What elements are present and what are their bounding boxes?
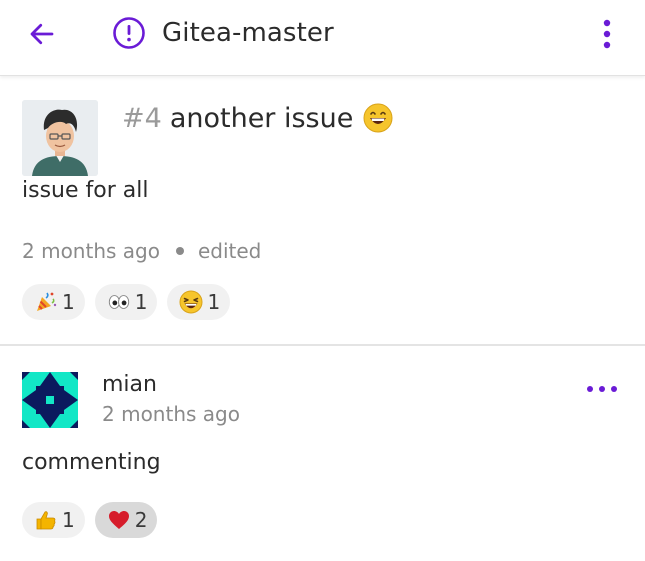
comment-reactions: 1 2 bbox=[22, 502, 167, 538]
issue-number: #4 bbox=[122, 102, 162, 134]
repo-title: Gitea-master bbox=[162, 18, 334, 48]
reaction-count: 2 bbox=[134, 508, 148, 532]
laughing-face-icon bbox=[179, 290, 203, 314]
separator-dot bbox=[175, 247, 184, 255]
reaction-count: 1 bbox=[134, 290, 148, 314]
issue-time: 2 months ago bbox=[22, 239, 160, 263]
eyes-icon bbox=[107, 290, 131, 314]
reaction-red-heart[interactable]: 2 bbox=[94, 502, 158, 538]
grinning-face-icon bbox=[363, 103, 393, 133]
reaction-count: 1 bbox=[62, 508, 75, 532]
reaction-party-popper[interactable]: 1 bbox=[22, 284, 85, 320]
edited-label: edited bbox=[197, 239, 262, 263]
more-horizontal-icon bbox=[587, 386, 617, 392]
issue-open-icon bbox=[113, 17, 145, 49]
issue-body: issue for all bbox=[22, 178, 149, 203]
overflow-menu-button[interactable] bbox=[592, 14, 622, 54]
reaction-count: 1 bbox=[207, 290, 221, 314]
thumbs-up-icon bbox=[34, 508, 58, 532]
more-vertical-icon bbox=[603, 19, 611, 49]
issue-title: another issue bbox=[169, 102, 354, 134]
comment-body: commenting bbox=[22, 450, 161, 475]
reaction-eyes[interactable]: 1 bbox=[94, 284, 158, 320]
back-button[interactable] bbox=[22, 14, 62, 54]
issue-meta: 2 months ago edited bbox=[22, 239, 261, 263]
reaction-thumbs-up[interactable]: 1 bbox=[22, 502, 85, 538]
comment-menu-button[interactable] bbox=[582, 374, 622, 404]
identicon-avatar-icon bbox=[22, 372, 78, 428]
section-divider bbox=[0, 344, 645, 346]
comment-author[interactable]: mian bbox=[102, 372, 157, 397]
app-bar: Gitea-master bbox=[0, 0, 645, 76]
arrow-left-icon bbox=[30, 23, 54, 45]
cartoon-man-avatar-icon bbox=[22, 100, 98, 176]
issue-author-avatar[interactable] bbox=[22, 100, 98, 176]
issue-reactions: 1 1 1 bbox=[22, 284, 240, 320]
reaction-count: 1 bbox=[62, 290, 75, 314]
comment-time: 2 months ago bbox=[102, 402, 240, 426]
party-popper-icon bbox=[34, 290, 58, 314]
comment-author-avatar[interactable] bbox=[22, 372, 78, 428]
red-heart-icon bbox=[107, 508, 131, 532]
reaction-laughing[interactable]: 1 bbox=[167, 284, 231, 320]
issue-heading: #4 another issue bbox=[122, 100, 393, 136]
